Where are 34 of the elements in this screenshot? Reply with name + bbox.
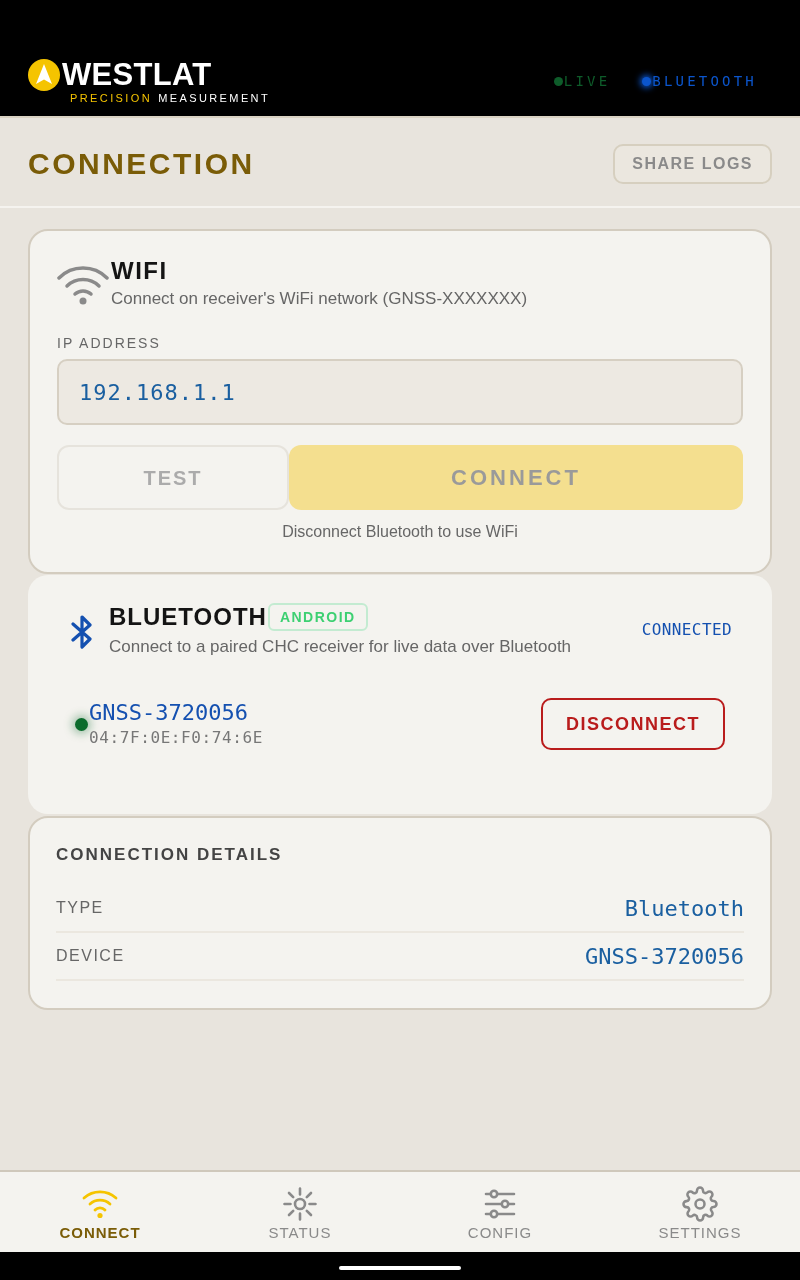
tagline-text: PRECISION: [70, 91, 153, 105]
wifi-icon: [82, 1189, 118, 1219]
helper-note: Disconnect Bluetooth to use WiFi: [281, 522, 519, 542]
sun-icon: [283, 1187, 317, 1221]
nav-tab[interactable]: STATUS: [200, 1172, 400, 1252]
share-logs-button[interactable]: SHARE LOGS: [613, 144, 772, 184]
card-description: Connect to a paired CHC receiver for live data over Bluetooth: [109, 636, 573, 658]
device-address: 04:7F:0E:F0:74:6E: [89, 727, 263, 749]
platform-badge: ANDROID: [267, 603, 368, 631]
sliders-icon: [484, 1189, 516, 1219]
disconnect-button[interactable]: DISCONNECT: [541, 698, 725, 750]
nav-tab[interactable]: CONFIG: [400, 1172, 600, 1252]
detail-label: DEVICE: [56, 946, 125, 966]
section-title: CONNECTION DETAILS: [56, 844, 284, 866]
card-description: Connect on receiver's WiFi network (GNSS-XXXXXXX): [111, 288, 528, 310]
nav-tab[interactable]: SETTINGS: [600, 1172, 800, 1252]
gear-icon: [682, 1186, 718, 1222]
page-title: CONNECTION: [28, 146, 255, 182]
connection-status: CONNECTED: [641, 618, 732, 641]
indicator-label: BLUETOOTH: [652, 72, 757, 90]
ip-address-field[interactable]: 192.168.1.1: [57, 359, 743, 425]
tagline-text: MEASUREMENT: [158, 91, 271, 105]
bluetooth-icon: [71, 613, 93, 650]
card-title: WIFI: [111, 256, 169, 286]
indicator-label: LIVE: [563, 72, 611, 90]
brand-name: WESTLAT: [62, 59, 212, 91]
detail-value: Bluetooth: [624, 894, 744, 923]
card-title: BLUETOOTH: [109, 603, 267, 631]
device-name: GNSS-3720056: [89, 699, 249, 727]
nav-tab[interactable]: CONNECT: [0, 1172, 200, 1252]
detail-value: GNSS-3720056: [585, 942, 744, 971]
wifi-icon: [57, 265, 109, 305]
detail-label: TYPE: [56, 898, 104, 918]
field-label: IP ADDRESS: [57, 334, 162, 353]
